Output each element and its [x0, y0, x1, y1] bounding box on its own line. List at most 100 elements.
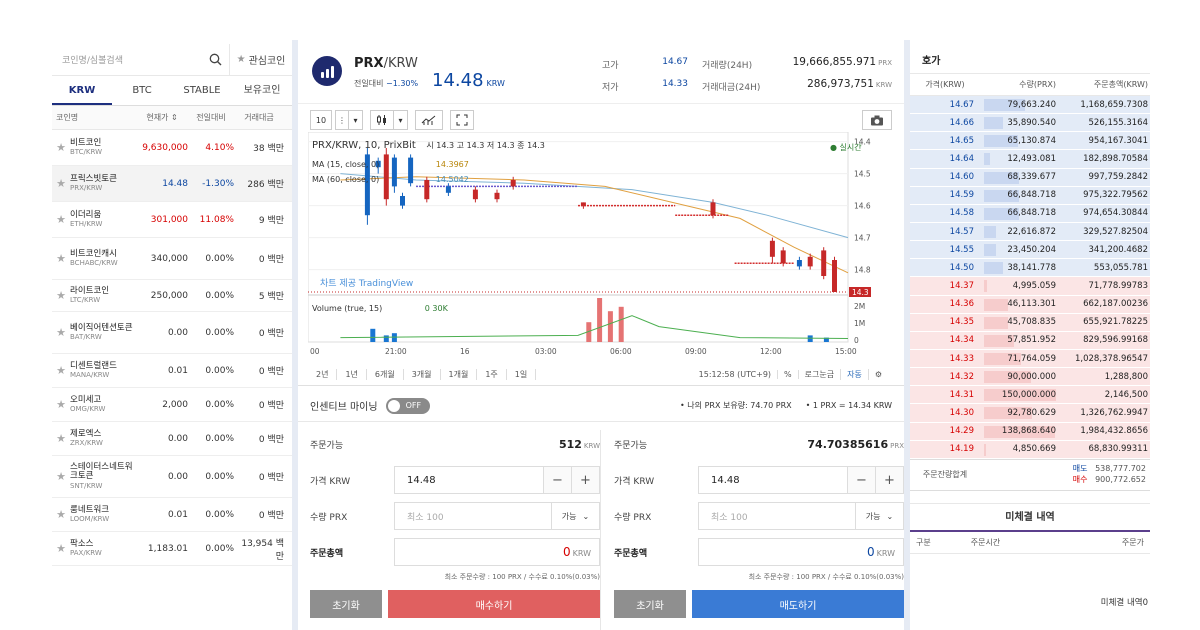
ob-price[interactable]: 14.55 [910, 245, 980, 255]
tradingview-watermark[interactable]: 차트 제공 TradingView [320, 276, 413, 289]
sell-reset-button[interactable]: 초기화 [614, 590, 686, 618]
range-1w[interactable]: 1주 [477, 368, 507, 380]
ob-price[interactable]: 14.19 [910, 444, 980, 454]
ob-price[interactable]: 14.30 [910, 408, 980, 418]
coin-row[interactable]: ★ 팍소스 PAX/KRW 1,183.01 0.00% 13,954 백만 [52, 532, 292, 566]
sell-qty-mode-select[interactable]: 가능 ⌄ [855, 503, 903, 529]
ask-row[interactable]: 14.66 35,890.540 526,155.3164 [910, 114, 1150, 133]
unfilled-title[interactable]: 미체결 내역 [910, 504, 1150, 532]
ob-price[interactable]: 14.65 [910, 136, 980, 146]
interval-dropdown-icon[interactable]: ⋮ [335, 110, 349, 130]
ask-row[interactable]: 14.50 38,141.778 553,055.781 [910, 259, 1150, 278]
coin-row[interactable]: ★ 제로엑스 ZRX/KRW 0.00 0.00% 0 백만 [52, 422, 292, 456]
col-volume[interactable]: 거래대금 [234, 112, 288, 123]
ob-price[interactable]: 14.58 [910, 208, 980, 218]
interval-select[interactable]: 10 [310, 110, 332, 130]
bid-row[interactable]: 14.35 45,708.835 655,921.78225 [910, 313, 1150, 332]
settings-gear-icon[interactable]: ⚙ [869, 370, 888, 379]
buy-qty-mode-select[interactable]: 가능 ⌄ [551, 503, 599, 529]
star-icon[interactable]: ★ [52, 177, 70, 190]
ob-price[interactable]: 14.33 [910, 354, 980, 364]
tab-krw[interactable]: KRW [52, 76, 112, 105]
fullscreen-icon[interactable] [450, 110, 474, 130]
ob-price[interactable]: 14.64 [910, 154, 980, 164]
ob-price[interactable]: 14.50 [910, 263, 980, 273]
ask-row[interactable]: 14.59 66,848.718 975,322.79562 [910, 186, 1150, 205]
star-icon[interactable]: ★ [52, 432, 70, 445]
star-icon[interactable]: ★ [52, 141, 70, 154]
favorites-button[interactable]: ★ 관심코인 [230, 52, 292, 67]
coin-row[interactable]: ★ 베이직어텐션토큰 BAT/KRW 0.00 0.00% 0 백만 [52, 312, 292, 354]
bid-row[interactable]: 14.30 92,780.629 1,326,762.9947 [910, 404, 1150, 423]
ask-row[interactable]: 14.60 68,339.677 997,759.2842 [910, 168, 1150, 187]
buy-total-input[interactable]: 0 KRW [394, 538, 600, 566]
star-icon[interactable]: ★ [52, 398, 70, 411]
coin-row[interactable]: ★ 라이트코인 LTC/KRW 250,000 0.00% 5 백만 [52, 280, 292, 312]
coin-row[interactable]: ★ 룸네트워크 LOOM/KRW 0.01 0.00% 0 백만 [52, 498, 292, 532]
sell-price-input[interactable]: 14.48 − + [698, 466, 904, 494]
ob-price[interactable]: 14.60 [910, 172, 980, 182]
minus-icon[interactable]: − [847, 467, 875, 493]
camera-icon[interactable] [862, 110, 892, 130]
star-icon[interactable]: ★ [52, 364, 70, 377]
bid-row[interactable]: 14.31 150,000.000 2,146,500 [910, 386, 1150, 405]
chevron-down-icon[interactable]: ▾ [349, 110, 363, 130]
star-icon[interactable]: ★ [52, 470, 70, 483]
price-chart[interactable]: 14.8 14.7 14.6 14.5 14.4 2M 1M 0 00 21:00 16 03:00 0… [307, 131, 896, 382]
candle-style-icon[interactable] [370, 110, 394, 130]
coin-row[interactable]: ★ 스테이터스네트워크토큰 SNT/KRW 0.00 0.00% 0 백만 [52, 456, 292, 498]
indicators-icon[interactable] [415, 110, 443, 130]
range-1m[interactable]: 1개월 [441, 368, 478, 380]
chevron-down-icon[interactable]: ▾ [394, 110, 408, 130]
star-icon[interactable]: ★ [52, 252, 70, 265]
bid-row[interactable]: 14.36 46,113.301 662,187.00236 [910, 295, 1150, 314]
search-icon[interactable] [202, 44, 230, 76]
coin-row[interactable]: ★ 오미세고 OMG/KRW 2,000 0.00% 0 백만 [52, 388, 292, 422]
ob-price[interactable]: 14.35 [910, 317, 980, 327]
buy-price-input[interactable]: 14.48 − + [394, 466, 600, 494]
ob-price[interactable]: 14.59 [910, 190, 980, 200]
star-icon[interactable]: ★ [52, 213, 70, 226]
coin-row[interactable]: ★ 디센트럴랜드 MANA/KRW 0.01 0.00% 0 백만 [52, 354, 292, 388]
star-icon[interactable]: ★ [52, 542, 70, 555]
ob-price[interactable]: 14.34 [910, 335, 980, 345]
range-1y[interactable]: 1년 [337, 368, 367, 380]
star-icon[interactable]: ★ [52, 508, 70, 521]
bid-row[interactable]: 14.33 71,764.059 1,028,378.96547 [910, 349, 1150, 369]
ob-price[interactable]: 14.36 [910, 299, 980, 309]
buy-submit-button[interactable]: 매수하기 [388, 590, 600, 618]
log-scale-toggle[interactable]: 로그눈금 [799, 368, 842, 380]
ask-row[interactable]: 14.65 65,130.874 954,167.3041 [910, 132, 1150, 151]
col-price[interactable]: 현재가 ⇕ [136, 112, 188, 123]
ask-row[interactable]: 14.67 79,663.240 1,168,659.7308 [910, 96, 1150, 115]
buy-reset-button[interactable]: 초기화 [310, 590, 382, 618]
tab-btc[interactable]: BTC [112, 76, 172, 105]
minus-icon[interactable]: − [543, 467, 571, 493]
ask-row[interactable]: 14.57 22,616.872 329,527.82504 [910, 222, 1150, 242]
coin-row[interactable]: ★ 비트코인캐시 BCHABC/KRW 340,000 0.00% 0 백만 [52, 238, 292, 280]
range-1d[interactable]: 1일 [507, 368, 537, 380]
ob-price[interactable]: 14.57 [910, 227, 980, 237]
range-2y[interactable]: 2년 [308, 368, 338, 380]
bid-row[interactable]: 14.34 57,851.952 829,596.99168 [910, 331, 1150, 350]
bid-row[interactable]: 14.37 4,995.059 71,778.99783 [910, 277, 1150, 296]
ob-price[interactable]: 14.67 [910, 100, 980, 110]
plus-icon[interactable]: + [875, 467, 903, 493]
ob-price[interactable]: 14.32 [910, 372, 980, 382]
sell-qty-input[interactable]: 최소 100 가능 ⌄ [698, 502, 904, 530]
range-6m[interactable]: 6개월 [367, 368, 404, 380]
ob-price[interactable]: 14.31 [910, 390, 980, 400]
search-input[interactable]: 코인명/심볼검색 [52, 53, 202, 66]
buy-qty-input[interactable]: 최소 100 가능 ⌄ [394, 502, 600, 530]
tab-stable[interactable]: STABLE [172, 76, 232, 105]
ask-row[interactable]: 14.58 66,848.718 974,654.30844 [910, 204, 1150, 223]
ask-row[interactable]: 14.64 12,493.081 182,898.70584 [910, 150, 1150, 169]
incentive-toggle[interactable]: OFF [385, 397, 430, 414]
bid-row[interactable]: 14.19 4,850.669 68,830.99311 [910, 440, 1150, 459]
tab-holdings[interactable]: 보유코인 [232, 76, 292, 105]
ob-price[interactable]: 14.37 [910, 281, 980, 291]
ob-price[interactable]: 14.29 [910, 426, 980, 436]
percent-toggle[interactable]: % [778, 369, 799, 379]
bid-row[interactable]: 14.29 138,868.640 1,984,432.8656 [910, 422, 1150, 441]
plus-icon[interactable]: + [571, 467, 599, 493]
